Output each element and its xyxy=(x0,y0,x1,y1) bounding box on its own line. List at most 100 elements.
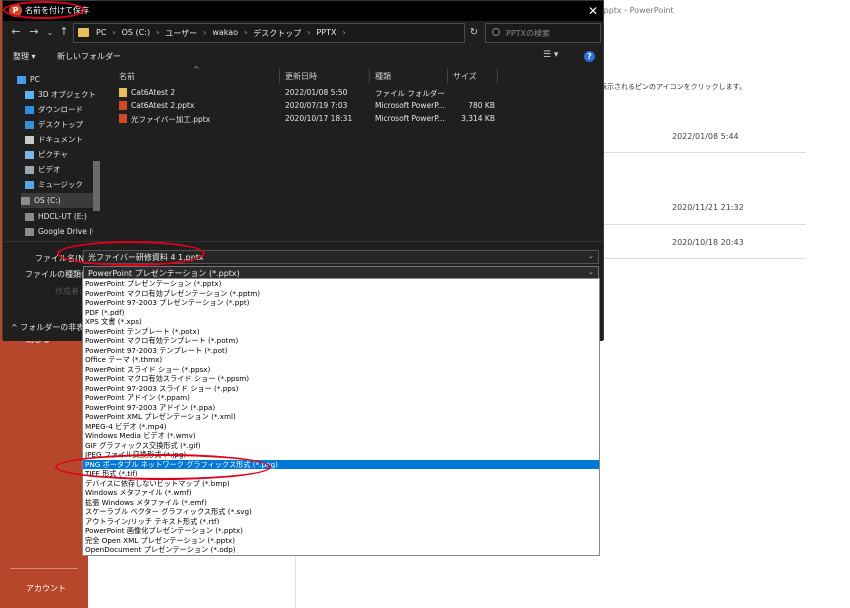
breadcrumb-separator: › xyxy=(244,28,248,37)
column-separator[interactable] xyxy=(447,69,448,83)
back-arrow-icon[interactable]: ← xyxy=(9,25,23,38)
filetype-option[interactable]: PowerPoint スライド ショー (*.ppsx) xyxy=(83,365,599,375)
chevron-down-icon[interactable]: ⌄ xyxy=(588,252,594,260)
nav-item-pc[interactable]: PC xyxy=(17,72,99,87)
recent-locations-chevron-icon[interactable]: ⌄ xyxy=(43,28,57,37)
recent-divider xyxy=(586,224,806,225)
address-bar[interactable]: PC › OS (C:) › ユーザー › wakao › デスクトップ › P… xyxy=(73,23,519,43)
breadcrumb-separator: › xyxy=(342,28,346,37)
nav-item-hdcl-drive[interactable]: HDCL-UT (E:) xyxy=(25,209,93,224)
backstage-account-item[interactable]: アカウント xyxy=(26,583,66,594)
breadcrumb-separator: › xyxy=(307,28,311,37)
annotation-ellipse xyxy=(3,1,85,19)
navigation-pane: PC 3D オブジェクト ダウンロード デスクトップ ドキュメント ピクチャ ビ… xyxy=(3,69,103,241)
filetype-option[interactable]: GIF グラフィックス交換形式 (*.gif) xyxy=(83,441,599,451)
filetype-option[interactable]: PDF (*.pdf) xyxy=(83,308,599,318)
nav-item-3d-objects[interactable]: 3D オブジェクト xyxy=(25,87,107,102)
breadcrumb-separator: › xyxy=(203,28,207,37)
search-icon xyxy=(492,28,500,36)
annotation-ellipse xyxy=(55,454,271,480)
refresh-icon[interactable]: ↻ xyxy=(465,23,483,43)
nav-item-download[interactable]: ダウンロード xyxy=(25,102,107,117)
close-icon[interactable]: ✕ xyxy=(583,1,603,21)
search-box[interactable]: PPTXの検索 xyxy=(485,23,601,43)
drive-icon xyxy=(21,196,30,205)
filetype-option[interactable]: PowerPoint 97-2003 スライド ショー (*.pps) xyxy=(83,384,599,394)
sort-ascending-icon: ^ xyxy=(193,65,200,74)
filetype-option[interactable]: アウトライン/リッチ テキスト形式 (*.rtf) xyxy=(83,517,599,527)
hide-folders-button[interactable]: ^ フォルダーの非表示 xyxy=(11,322,92,333)
author-label: 作成者: xyxy=(55,287,82,296)
column-header-name[interactable]: 名前 xyxy=(119,71,135,82)
chevron-up-icon: ^ xyxy=(11,323,21,332)
nav-scrollbar-thumb[interactable] xyxy=(93,161,100,211)
filetype-option[interactable]: スケーラブル ベクター グラフィックス形式 (*.svg) xyxy=(83,507,599,517)
folder-icon xyxy=(119,88,127,97)
filetype-option[interactable]: PowerPoint 画像化プレゼンテーション (*.pptx) xyxy=(83,526,599,536)
column-header-type[interactable]: 種類 xyxy=(375,71,391,82)
nav-item-documents[interactable]: ドキュメント xyxy=(25,132,107,147)
pptx-icon xyxy=(119,101,127,110)
pictures-icon xyxy=(25,150,34,159)
column-header-date[interactable]: 更新日時 xyxy=(285,71,317,82)
filetype-option[interactable]: 拡張 Windows メタファイル (*.emf) xyxy=(83,498,599,508)
filetype-option[interactable]: Windows メタファイル (*.wmf) xyxy=(83,488,599,498)
file-type: Microsoft PowerP... xyxy=(375,101,445,110)
nav-item-google-drive[interactable]: Google Drive (G: xyxy=(25,224,93,239)
filetype-option[interactable]: 完全 Open XML プレゼンテーション (*.pptx) xyxy=(83,536,599,546)
up-folder-arrow-icon[interactable]: ↑ xyxy=(57,25,71,38)
filetype-option[interactable]: XPS 文書 (*.xps) xyxy=(83,317,599,327)
file-row[interactable]: Cat6Atest 2 2022/01/08 5:50 ファイル フォルダー xyxy=(115,88,601,101)
dialog-toolbar: 整理 ▾ 新しいフォルダー ☰ ▾ ? xyxy=(3,47,603,67)
breadcrumb-pc[interactable]: PC xyxy=(96,28,106,39)
file-size: 780 KB xyxy=(468,101,495,110)
column-separator[interactable] xyxy=(369,69,370,83)
filetype-option[interactable]: PowerPoint XML プレゼンテーション (*.xml) xyxy=(83,412,599,422)
search-placeholder: PPTXの検索 xyxy=(506,29,551,38)
filetype-option[interactable]: PowerPoint プレゼンテーション (*.pptx) xyxy=(83,279,599,289)
nav-item-pictures[interactable]: ピクチャ xyxy=(25,147,107,162)
filetype-option[interactable]: MPEG-4 ビデオ (*.mp4) xyxy=(83,422,599,432)
pc-icon xyxy=(17,75,26,84)
breadcrumb-wakao[interactable]: wakao xyxy=(212,28,238,39)
download-icon xyxy=(25,105,34,114)
view-options-icon[interactable]: ☰ ▾ xyxy=(543,50,558,60)
organize-button[interactable]: 整理 ▾ xyxy=(13,51,36,62)
filetype-option[interactable]: PowerPoint マクロ有効プレゼンテーション (*.pptm) xyxy=(83,289,599,299)
screen: { "background": { "window_title": "1.ppt… xyxy=(0,0,850,608)
file-name: 光ファイバー加工.pptx xyxy=(131,115,211,124)
filetype-option[interactable]: Windows Media ビデオ (*.wmv) xyxy=(83,431,599,441)
new-folder-button[interactable]: 新しいフォルダー xyxy=(57,51,121,62)
breadcrumb-os-drive[interactable]: OS (C:) xyxy=(122,28,150,39)
filetype-option[interactable]: OpenDocument プレゼンテーション (*.odp) xyxy=(83,545,599,555)
file-name: Cat6Atest 2.pptx xyxy=(131,101,195,110)
chevron-down-icon[interactable]: ⌄ xyxy=(588,268,594,276)
column-separator[interactable] xyxy=(279,69,280,83)
filetype-option[interactable]: PowerPoint テンプレート (*.potx) xyxy=(83,327,599,337)
column-separator[interactable] xyxy=(497,69,498,83)
filetype-option[interactable]: PowerPoint マクロ有効テンプレート (*.potm) xyxy=(83,336,599,346)
filetype-value: PowerPoint プレゼンテーション (*.pptx) xyxy=(88,269,240,278)
filetype-option[interactable]: PowerPoint 97-2003 プレゼンテーション (*.ppt) xyxy=(83,298,599,308)
help-icon[interactable]: ? xyxy=(584,51,595,62)
recent-divider xyxy=(586,152,806,153)
file-row[interactable]: Cat6Atest 2.pptx 2020/07/19 7:03 Microso… xyxy=(115,101,601,114)
filetype-option[interactable]: PowerPoint 97-2003 テンプレート (*.pot) xyxy=(83,346,599,356)
drive-icon xyxy=(25,212,34,221)
forward-arrow-icon[interactable]: → xyxy=(27,25,41,38)
3d-objects-icon xyxy=(25,90,34,99)
filetype-option[interactable]: PowerPoint 97-2003 アドイン (*.ppa) xyxy=(83,403,599,413)
file-row[interactable]: 光ファイバー加工.pptx 2020/10/17 18:31 Microsoft… xyxy=(115,114,601,127)
nav-item-desktop[interactable]: デスクトップ xyxy=(25,117,107,132)
column-header-size[interactable]: サイズ xyxy=(453,71,477,82)
breadcrumb-pptx[interactable]: PPTX xyxy=(316,28,336,39)
filetype-option[interactable]: Office テーマ (*.thmx) xyxy=(83,355,599,365)
file-size: 3,314 KB xyxy=(461,114,495,123)
filetype-option[interactable]: PowerPoint アドイン (*.ppam) xyxy=(83,393,599,403)
breadcrumb-desktop[interactable]: デスクトップ xyxy=(253,28,301,39)
nav-item-os-drive[interactable]: OS (C:) xyxy=(21,193,93,208)
breadcrumb-users[interactable]: ユーザー xyxy=(165,28,197,39)
powerpoint-window-title: 1.pptx - PowerPoint xyxy=(596,6,674,15)
filetype-option[interactable]: PowerPoint マクロ有効スライド ショー (*.ppsm) xyxy=(83,374,599,384)
backstage-hint-text: 表示されるピンのアイコンをクリックします。 xyxy=(600,83,746,91)
